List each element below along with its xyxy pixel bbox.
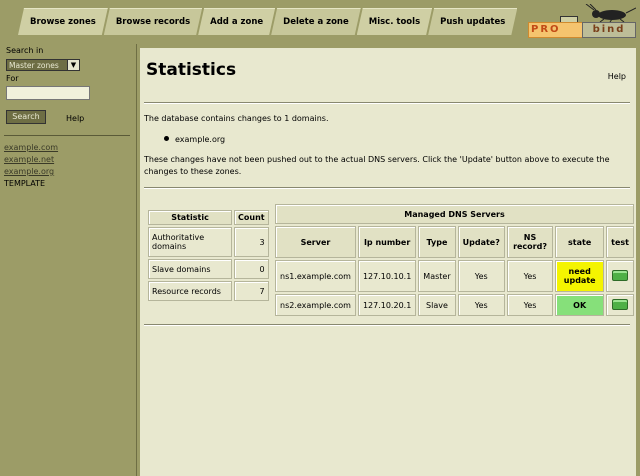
tab-browse-records[interactable]: Browse records	[104, 8, 202, 35]
changed-domain-item: example.org	[164, 135, 225, 144]
table-row: ns2.example.com 127.10.20.1 Slave Yes Ye…	[275, 294, 634, 316]
chevron-down-icon: ▼	[67, 60, 79, 70]
help-link[interactable]: Help	[608, 72, 626, 81]
stat-label: Slave domains	[148, 259, 232, 279]
server-ip: 127.10.10.1	[357, 260, 417, 292]
stat-label: Authoritative domains	[148, 227, 232, 257]
tab-push-updates[interactable]: Push updates	[428, 8, 517, 35]
search-input[interactable]	[6, 86, 90, 100]
main-content: Statistics Help The database contains ch…	[140, 48, 636, 476]
stats-header-count: Count	[234, 210, 269, 225]
table-row: ns1.example.com 127.10.10.1 Master Yes Y…	[275, 260, 634, 292]
insect-icon	[585, 4, 636, 22]
stat-label: Resource records	[148, 281, 232, 301]
stat-count: 0	[234, 259, 269, 279]
status-badge: need update	[555, 260, 605, 292]
server-name: ns1.example.com	[275, 260, 356, 292]
changes-summary: The database contains changes to 1 domai…	[144, 114, 329, 123]
divider	[144, 324, 630, 326]
top-navigation: Browse zones Browse records Add a zone D…	[0, 0, 640, 44]
domain-list: example.com example.net example.org TEMP…	[4, 142, 58, 190]
test-cell	[606, 294, 634, 316]
probind-logo: PRO bind	[526, 4, 638, 40]
col-state: state	[555, 226, 605, 258]
tab-misc-tools[interactable]: Misc. tools	[357, 8, 432, 35]
server-ns-record: Yes	[506, 260, 554, 292]
col-server: Server	[275, 226, 356, 258]
push-notice: These changes have not been pushed out t…	[144, 155, 610, 176]
server-type: Slave	[418, 294, 456, 316]
page-title: Statistics	[146, 60, 237, 80]
sidebar-divider	[4, 135, 130, 136]
table-row: Authoritative domains 3	[148, 227, 269, 257]
dns-servers-table: Managed DNS Servers Server Ip number Typ…	[273, 202, 636, 318]
col-test: test	[606, 226, 634, 258]
servers-caption: Managed DNS Servers	[275, 204, 634, 224]
tab-add-zone[interactable]: Add a zone	[198, 8, 275, 35]
server-ip: 127.10.20.1	[357, 294, 417, 316]
logo-bind-text: bind	[582, 22, 636, 38]
zone-type-select[interactable]: Master zones ▼	[6, 59, 80, 71]
tab-delete-zone[interactable]: Delete a zone	[271, 8, 361, 35]
for-label: For	[6, 74, 19, 83]
zone-type-selected: Master zones	[9, 61, 59, 70]
tab-browse-zones[interactable]: Browse zones	[18, 8, 108, 35]
bullet-icon	[164, 136, 169, 141]
server-update: Yes	[457, 260, 505, 292]
server-update: Yes	[457, 294, 505, 316]
col-ip: Ip number	[357, 226, 417, 258]
stat-count: 3	[234, 227, 269, 257]
changed-domain-link[interactable]: example.org	[175, 135, 225, 144]
stat-count: 7	[234, 281, 269, 301]
nav-tabs: Browse zones Browse records Add a zone D…	[18, 8, 513, 34]
domain-link-example-com[interactable]: example.com	[4, 142, 58, 154]
statistics-table: Statistic Count Authoritative domains 3 …	[146, 208, 271, 303]
server-name: ns2.example.com	[275, 294, 356, 316]
test-button[interactable]	[612, 269, 629, 281]
search-button[interactable]: Search	[6, 110, 46, 124]
stats-header-statistic: Statistic	[148, 210, 232, 225]
search-in-label: Search in	[6, 46, 44, 55]
sidebar: Search in Master zones ▼ For Search Help…	[0, 44, 137, 476]
sidebar-help-link[interactable]: Help	[66, 114, 84, 123]
table-row: Resource records 7	[148, 281, 269, 301]
table-row: Slave domains 0	[148, 259, 269, 279]
test-cell	[606, 260, 634, 292]
status-badge: OK	[555, 294, 605, 316]
col-ns-record: NS record?	[506, 226, 554, 258]
test-button[interactable]	[612, 298, 629, 310]
col-type: Type	[418, 226, 456, 258]
divider	[144, 102, 630, 104]
server-ns-record: Yes	[506, 294, 554, 316]
template-link[interactable]: TEMPLATE	[4, 178, 58, 190]
logo-pro-text: PRO	[528, 22, 584, 38]
server-type: Master	[418, 260, 456, 292]
domain-link-example-org[interactable]: example.org	[4, 166, 58, 178]
divider	[144, 187, 630, 189]
domain-link-example-net[interactable]: example.net	[4, 154, 58, 166]
col-update: Update?	[457, 226, 505, 258]
